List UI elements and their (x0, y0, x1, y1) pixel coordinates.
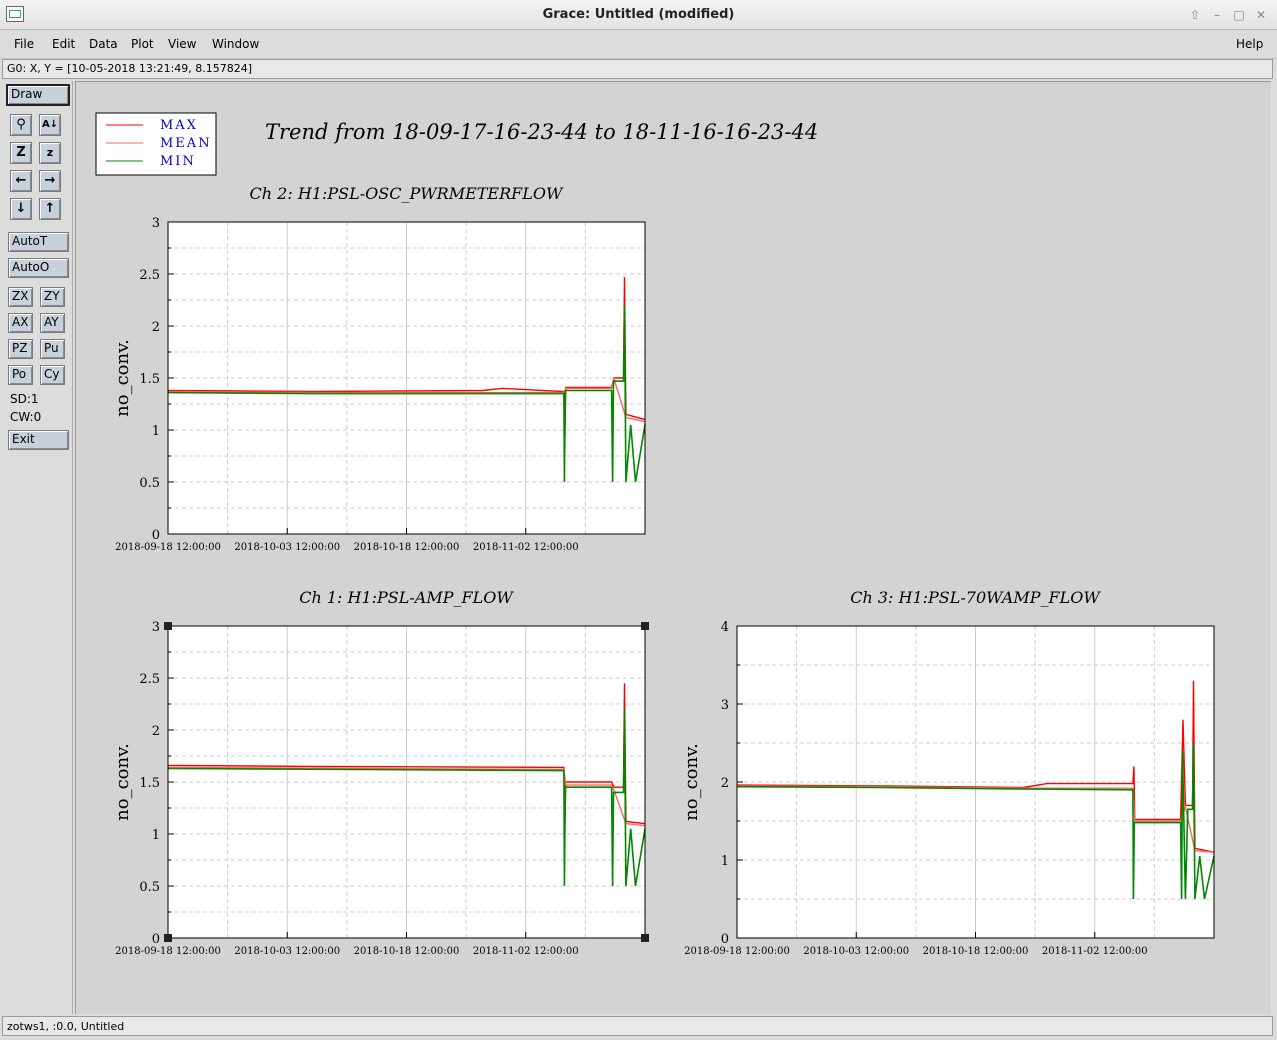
graph-ch3[interactable]: 0 1 2 3 4 2018-09-18 12:00:00 2018-10-03 12:00… (681, 588, 1215, 957)
menu-data[interactable]: Data (89, 37, 118, 51)
x-tick-label: 2018-10-03 12:00:00 (803, 946, 909, 957)
scroll-right-icon[interactable]: → (39, 170, 61, 192)
exit-button[interactable]: Exit (8, 430, 69, 450)
legend-label-max: MAX (160, 118, 198, 133)
text-tool-icon[interactable]: A↓ (39, 114, 61, 136)
autoscale-button[interactable]: AutoT (8, 232, 69, 252)
menu-help[interactable]: Help (1236, 37, 1263, 51)
graph-ch1[interactable]: 0 0.5 1 1.5 2 2.5 3 2018-09-18 12:00:00 2018-10-… (112, 588, 649, 957)
push-zoom-button[interactable]: PZ (8, 339, 33, 359)
selection-handle[interactable] (641, 934, 649, 942)
x-tick-label: 2018-10-18 12:00:00 (354, 946, 460, 957)
y-tick-label: 1 (152, 828, 160, 843)
locator-readout: G0: X, Y = [10-05-2018 13:21:49, 8.15782… (2, 59, 1273, 79)
keep-above-icon[interactable]: ⇧ (1187, 7, 1203, 23)
y-tick-label: 3 (152, 620, 160, 635)
autoscale-x-button[interactable]: AX (8, 313, 33, 333)
menu-edit[interactable]: Edit (52, 37, 75, 51)
pop-button[interactable]: Po (8, 365, 33, 385)
y-tick-label: 3 (721, 698, 729, 713)
x-tick-label: 2018-11-02 12:00:00 (473, 946, 579, 957)
x-tick-label: 2018-09-18 12:00:00 (115, 946, 221, 957)
y-tick-label: 2 (152, 724, 160, 739)
x-tick-label: 2018-09-18 12:00:00 (684, 946, 790, 957)
tool-panel: Draw ⚲ A↓ Z z ← → ↓ ↑ AutoT AutoO ZX ZY … (2, 81, 73, 1014)
selection-handle[interactable] (164, 622, 172, 630)
zoom-icon[interactable]: ⚲ (10, 114, 32, 136)
y-tick-label: 0.5 (139, 476, 160, 491)
graph-title: Ch 1: H1:PSL-AMP_FLOW (299, 588, 514, 607)
graph-svg[interactable]: Trend from 18-09-17-16-23-44 to 18-11-16… (76, 82, 1272, 1015)
window-titlebar: Grace: Untitled (modified) ⇧ – □ ✕ (0, 0, 1277, 30)
x-tick-label: 2018-09-18 12:00:00 (115, 542, 221, 553)
zoom-x-button[interactable]: ZX (8, 287, 33, 307)
menu-bar: File Edit Data Plot View Window Help (0, 30, 1277, 59)
stack-depth-label: SD:1 (10, 392, 39, 406)
maximize-icon[interactable]: □ (1231, 7, 1247, 23)
cycle-button[interactable]: Cy (40, 365, 65, 385)
y-tick-label: 0 (721, 932, 729, 947)
scroll-up-icon[interactable]: ↑ (39, 198, 61, 220)
menu-view[interactable]: View (168, 37, 196, 51)
close-icon[interactable]: ✕ (1253, 7, 1269, 23)
selection-handle[interactable] (164, 934, 172, 942)
legend[interactable]: MAX MEAN MIN (95, 112, 217, 176)
y-tick-label: 1 (152, 424, 160, 439)
status-bar: zotws1, :0.0, Untitled (2, 1016, 1273, 1036)
minimize-icon[interactable]: – (1209, 7, 1225, 23)
y-axis-label: no_conv. (112, 339, 133, 417)
current-world-label: CW:0 (10, 410, 42, 424)
y-axis-label: no_conv. (681, 743, 702, 821)
x-tick-label: 2018-10-03 12:00:00 (234, 946, 340, 957)
legend-label-mean: MEAN (160, 136, 212, 151)
y-tick-label: 4 (721, 620, 729, 635)
legend-label-min: MIN (160, 154, 196, 169)
scroll-down-icon[interactable]: ↓ (10, 198, 32, 220)
menu-plot[interactable]: Plot (131, 37, 154, 51)
plot-canvas[interactable]: Trend from 18-09-17-16-23-44 to 18-11-16… (75, 81, 1271, 1014)
x-tick-label: 2018-11-02 12:00:00 (1042, 946, 1148, 957)
x-tick-label: 2018-10-18 12:00:00 (354, 542, 460, 553)
page-title: Trend from 18-09-17-16-23-44 to 18-11-16… (265, 120, 818, 144)
y-tick-label: 2 (152, 320, 160, 335)
window-title: Grace: Untitled (modified) (542, 7, 735, 22)
y-tick-label: 2.5 (139, 268, 160, 283)
zoom-out-icon[interactable]: z (39, 142, 61, 164)
y-tick-label: 2 (721, 776, 729, 791)
y-tick-label: 0 (152, 528, 160, 543)
y-tick-label: 1.5 (139, 776, 160, 791)
y-axis-label: no_conv. (112, 743, 133, 821)
zoom-y-button[interactable]: ZY (40, 287, 65, 307)
graph-ch2[interactable]: 0 0.5 1 1.5 2 2.5 3 2018-09-18 12:00:00 2018-10-… (112, 184, 646, 553)
graph-title: Ch 2: H1:PSL-OSC_PWRMETERFLOW (250, 184, 564, 203)
y-tick-label: 3 (152, 216, 160, 231)
graph-title: Ch 3: H1:PSL-70WAMP_FLOW (850, 588, 1101, 607)
scroll-left-icon[interactable]: ← (10, 170, 32, 192)
autoscale-y-button[interactable]: AY (40, 313, 65, 333)
draw-button[interactable]: Draw (6, 84, 70, 106)
y-tick-label: 0 (152, 932, 160, 947)
menu-file[interactable]: File (14, 37, 34, 51)
autoscale-on-button[interactable]: AutoO (8, 258, 69, 278)
zoom-in-icon[interactable]: Z (10, 142, 32, 164)
y-tick-label: 0.5 (139, 880, 160, 895)
pop-zoom-button[interactable]: Pu (40, 339, 65, 359)
y-tick-label: 1 (721, 854, 729, 869)
x-tick-label: 2018-10-18 12:00:00 (923, 946, 1029, 957)
x-tick-label: 2018-10-03 12:00:00 (234, 542, 340, 553)
x-tick-label: 2018-11-02 12:00:00 (473, 542, 579, 553)
y-tick-label: 1.5 (139, 372, 160, 387)
menu-window[interactable]: Window (212, 37, 259, 51)
y-tick-label: 2.5 (139, 672, 160, 687)
selection-handle[interactable] (641, 622, 649, 630)
